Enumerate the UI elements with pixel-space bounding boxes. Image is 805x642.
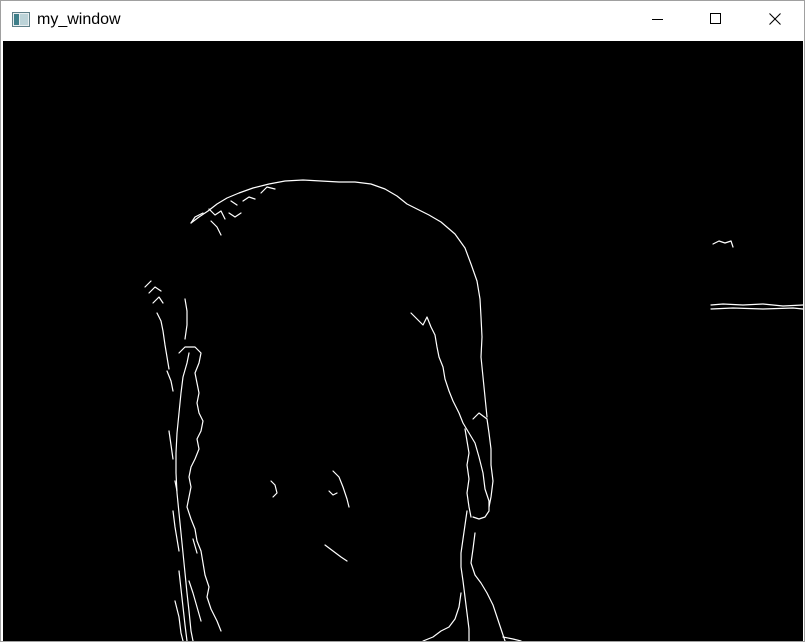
edge-image-canvas [3,41,803,641]
left-jaw-edges [174,538,202,641]
minimize-icon [652,12,664,30]
background-line-short [712,240,734,248]
title-bar[interactable]: my_window [1,1,804,40]
right-neck-edge [460,510,470,641]
right-hair-edge [410,312,490,520]
maximize-button[interactable] [687,1,745,40]
minimize-button[interactable] [629,1,687,40]
eye-right-mark [332,470,350,508]
right-neck-outer [470,532,506,641]
maximize-icon [710,12,722,30]
app-window: my_window [0,0,805,642]
mouth-mark [324,544,348,562]
left-ear-inner [178,346,222,632]
right-ear-inner [464,428,472,518]
head-outline-top [190,179,488,418]
close-button[interactable] [746,1,804,40]
close-icon [769,12,781,30]
eye-left-mark [270,480,278,498]
app-window-icon [12,12,30,27]
nose-mark [328,490,338,496]
window-title: my_window [37,11,121,28]
left-sideburn-edges [144,280,188,641]
background-line-long [710,303,803,307]
right-ear-outline [472,412,494,508]
edge-outline-drawing [144,179,803,641]
face-jawline-bottom [422,592,462,641]
left-ear-outline [175,352,194,641]
background-line-long-lower [710,307,803,310]
bottom-edge [502,636,522,641]
hair-edge-top-left [190,186,276,236]
